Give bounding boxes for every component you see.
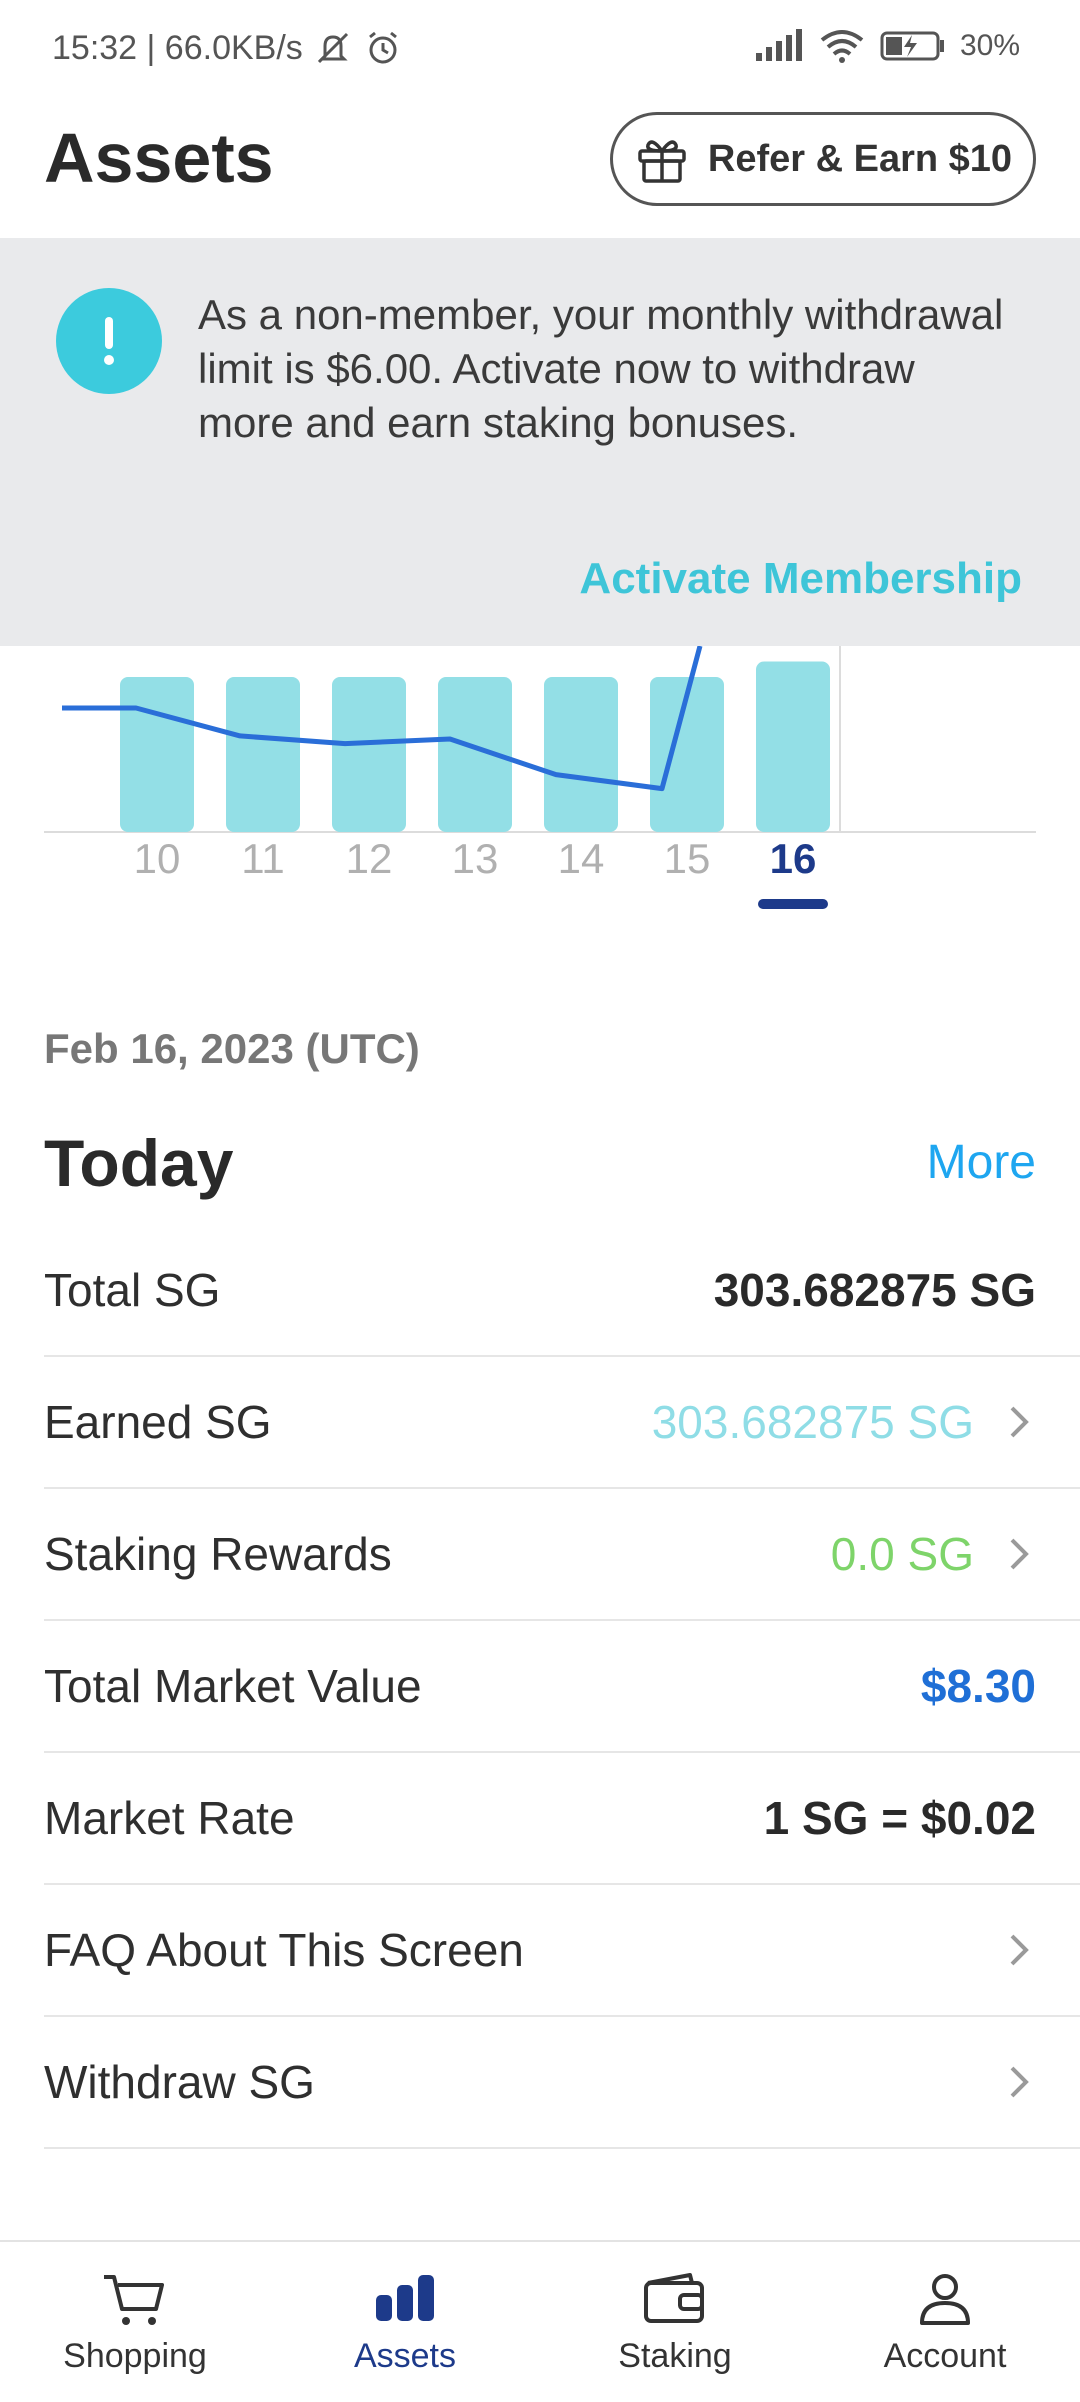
chart-tick-label-10[interactable]: 10 [107,835,207,883]
bottom-navigation: Shopping Assets Staking Account [0,2240,1080,2402]
chevron-right-icon [1010,1538,1029,1570]
market-rate-value: 1 SG = $0.02 [763,1792,1036,1844]
chevron-right-icon [1010,1406,1029,1438]
row-value-container: 0.0 SG [831,1527,1036,1581]
refer-earn-label: Refer & Earn $10 [707,137,1013,180]
chart-bar-12[interactable] [332,677,406,832]
chart-bar-10[interactable] [120,677,194,832]
row-label: Total SG [44,1264,221,1316]
status-left: 15:32 | 66.0KB/s [52,28,403,68]
battery-icon [880,31,944,61]
chevron-right-icon [1010,2066,1029,2098]
nav-label: Assets [353,2336,457,2375]
row-value-container: 303.682875 SG [714,1263,1036,1317]
chart-tick-row: 10 11 12 13 14 15 16 [0,835,1080,935]
chart-tick-label-15[interactable]: 15 [637,835,737,883]
selected-tick-underline [758,899,828,909]
more-link[interactable]: More [927,1135,1036,1190]
bar-chart-icon [376,2274,434,2321]
row-value-container: 1 SG = $0.02 [764,1791,1036,1845]
cart-icon [104,2274,164,2325]
chart-tick-label-12[interactable]: 12 [319,835,419,883]
chart-tick-label-14[interactable]: 14 [531,835,631,883]
wifi-icon [820,30,864,63]
activate-membership-link[interactable]: Activate Membership [579,554,1022,604]
nav-label: Account [883,2336,1007,2375]
nav-shopping[interactable]: Shopping [0,2242,270,2402]
row-market-rate: Market Rate 1 SG = $0.02 [44,1753,1080,1885]
status-bar: 15:32 | 66.0KB/s 30% [0,0,1080,100]
row-earned-sg[interactable]: Earned SG 303.682875 SG [44,1357,1080,1489]
row-total-market-value: Total Market Value $8.30 [44,1621,1080,1753]
page-title: Assets [44,119,274,197]
status-right: 30% [754,28,1020,64]
row-faq[interactable]: FAQ About This Screen [44,1885,1080,2017]
row-label: Withdraw SG [44,2056,315,2108]
row-value-container: 303.682875 SG [652,1395,1036,1449]
date-label: Feb 16, 2023 (UTC) [44,1025,420,1072]
mute-icon [317,32,348,64]
gift-icon [638,140,686,183]
battery-percent: 30% [959,29,1020,62]
summary-list: Total SG 303.682875 SG Earned SG 303.682… [44,1225,1080,2149]
alarm-icon [368,31,397,64]
nav-account[interactable]: Account [810,2242,1080,2402]
row-label: Earned SG [44,1396,272,1448]
row-value-container: $8.30 [921,1659,1036,1713]
row-staking-rewards[interactable]: Staking Rewards 0.0 SG [44,1489,1080,1621]
wallet-icon [644,2272,704,2323]
total-sg-value: 303.682875 SG [713,1264,1036,1316]
market-value: $8.30 [920,1660,1036,1712]
nav-assets[interactable]: Assets [270,2242,540,2402]
signal-icon [755,29,802,61]
status-time-speed: 15:32 | 66.0KB/s [52,28,303,67]
nav-label: Shopping [63,2336,207,2375]
row-label: FAQ About This Screen [44,1924,524,1976]
chart-tick-label-11[interactable]: 11 [213,835,313,883]
banner-message: As a non-member, your monthly withdrawal… [198,291,1004,446]
refer-earn-button[interactable]: Refer & Earn $10 [610,112,1036,206]
row-label: Total Market Value [44,1660,422,1712]
membership-banner: As a non-member, your monthly withdrawal… [0,238,1080,646]
row-value-container [1004,2062,1036,2102]
nav-staking[interactable]: Staking [540,2242,810,2402]
row-withdraw-sg[interactable]: Withdraw SG [44,2017,1080,2149]
row-label: Market Rate [44,1792,295,1844]
nav-label: Staking [618,2336,732,2375]
alert-icon [56,288,162,394]
chevron-right-icon [1010,1934,1029,1966]
row-total-sg: Total SG 303.682875 SG [44,1225,1080,1357]
chart-tick-label-16[interactable]: 16 [743,835,843,883]
person-icon [920,2273,970,2325]
chart-bar-14[interactable] [544,677,618,832]
earned-sg-value: 303.682875 SG [651,1396,974,1448]
chart-tick-label-13[interactable]: 13 [425,835,525,883]
today-title: Today [44,1126,234,1200]
chart-bar-11[interactable] [226,677,300,832]
row-label: Staking Rewards [44,1528,392,1580]
staking-rewards-value: 0.0 SG [830,1528,974,1580]
row-value-container [1004,1930,1036,1970]
chart-bar-16[interactable] [756,661,830,833]
